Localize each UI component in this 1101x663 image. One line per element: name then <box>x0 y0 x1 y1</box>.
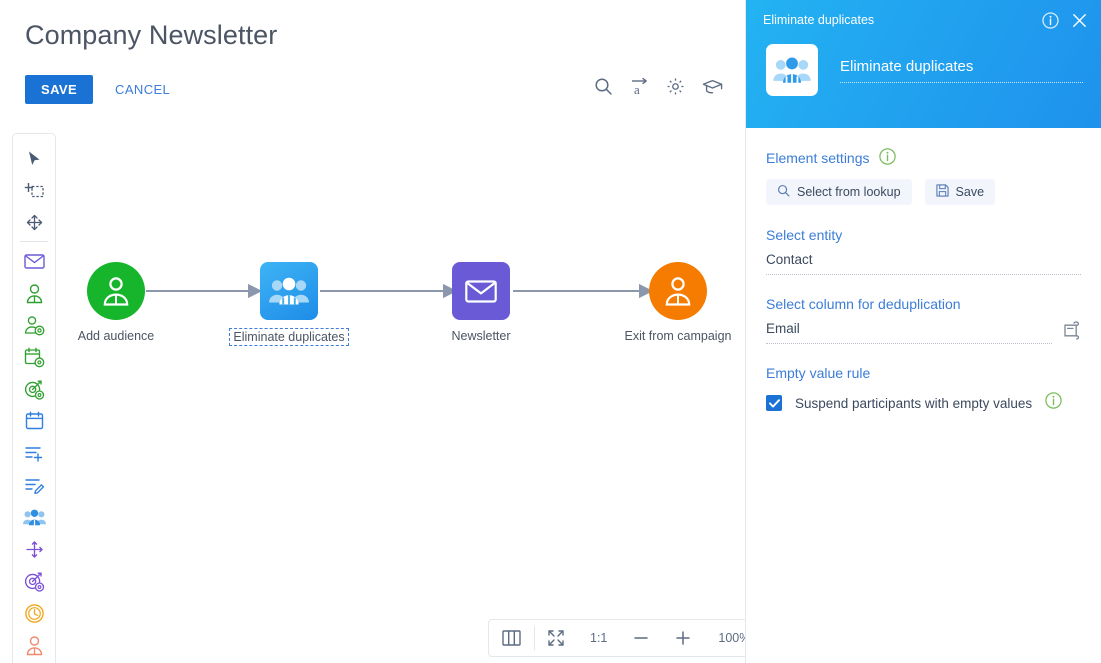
actual-size-button[interactable]: 1:1 <box>577 620 620 656</box>
panel-identity: Eliminate duplicates <box>746 34 1101 96</box>
svg-text:a: a <box>634 82 640 96</box>
zoom-in-button[interactable] <box>662 620 704 656</box>
columns-icon[interactable] <box>489 620 534 656</box>
element-name-field[interactable]: Eliminate duplicates <box>840 58 1083 83</box>
panel-body: Element settings Select from lookup Save… <box>746 128 1101 414</box>
list-edit-icon[interactable] <box>18 469 50 501</box>
panel-header-bar: Eliminate duplicates <box>746 0 1101 34</box>
cancel-button[interactable]: CANCEL <box>115 82 170 97</box>
graduation-cap-icon[interactable] <box>702 77 723 96</box>
info-icon[interactable] <box>1045 392 1062 414</box>
node-label: Add audience <box>77 329 155 343</box>
suspend-participants-checkbox[interactable] <box>766 395 782 411</box>
node-shape[interactable] <box>260 262 318 320</box>
canvas-toolbar: a <box>594 77 723 97</box>
move-icon[interactable] <box>18 206 50 238</box>
eliminate-duplicates-icon[interactable] <box>18 501 50 533</box>
search-icon[interactable] <box>594 77 613 96</box>
select-from-lookup-button[interactable]: Select from lookup <box>766 179 912 205</box>
flow-node-add-audience[interactable]: Add audience <box>56 262 176 345</box>
group-icon <box>269 277 309 305</box>
calendar-icon[interactable] <box>18 405 50 437</box>
target-clock-icon[interactable] <box>18 373 50 405</box>
panel-header-actions <box>1042 11 1087 29</box>
element-name-value[interactable]: Eliminate duplicates <box>840 58 1083 83</box>
envelope-icon <box>465 279 497 303</box>
element-settings-panel: Eliminate duplicates Eliminate duplicate… <box>745 0 1101 663</box>
select-column-row: Email <box>766 321 1081 344</box>
eliminate-duplicates-icon <box>766 44 818 96</box>
page-title: Company Newsletter <box>25 20 278 50</box>
column-picker-icon[interactable] <box>1062 321 1081 344</box>
save-settings-label: Save <box>955 185 985 199</box>
zoom-out-button[interactable] <box>620 620 662 656</box>
exit-person-icon[interactable] <box>18 629 50 661</box>
flow-node-newsletter[interactable]: Newsletter <box>422 262 540 345</box>
fit-screen-icon[interactable] <box>535 620 577 656</box>
node-shape[interactable] <box>452 262 510 320</box>
select-from-lookup-label: Select from lookup <box>797 185 901 199</box>
pointer-icon[interactable] <box>18 142 50 174</box>
info-icon[interactable] <box>1042 11 1059 29</box>
zoom-level-dropdown[interactable]: 100% <box>704 620 745 656</box>
select-entity-input[interactable]: Contact <box>766 252 1081 275</box>
list-add-icon[interactable] <box>18 437 50 469</box>
node-label[interactable]: Eliminate duplicates <box>229 328 349 346</box>
campaign-flow-diagram: Add audience Eliminate duplicates Newsle… <box>0 240 745 360</box>
empty-value-rule-label: Empty value rule <box>766 365 871 381</box>
node-shape[interactable] <box>87 262 145 320</box>
select-column-label: Select column for deduplication <box>766 296 961 312</box>
element-settings-heading: Element settings <box>766 148 1081 168</box>
element-settings-actions: Select from lookup Save <box>766 179 1081 205</box>
save-button[interactable]: SAVE <box>25 75 94 104</box>
select-column-group: Select column for deduplication Email <box>766 296 1081 344</box>
suspend-participants-row: Suspend participants with empty values <box>766 392 1081 414</box>
target-goal-icon[interactable] <box>18 565 50 597</box>
main-canvas-area: Company Newsletter SAVE CANCEL a Add aud… <box>0 0 745 663</box>
person-icon <box>665 277 691 306</box>
flow-node-eliminate-duplicates[interactable]: Eliminate duplicates <box>228 262 350 346</box>
select-entity-row: Contact <box>766 252 1081 275</box>
floppy-disk-icon <box>935 184 949 200</box>
action-bar: SAVE CANCEL <box>25 75 170 104</box>
close-icon[interactable] <box>1072 13 1087 28</box>
person-icon <box>103 277 129 306</box>
empty-value-rule-group: Empty value rule Suspend participants wi… <box>766 365 1081 414</box>
node-label: Newsletter <box>451 329 511 343</box>
save-settings-button[interactable]: Save <box>924 179 996 205</box>
element-tool-rail <box>12 133 56 663</box>
element-settings-label: Element settings <box>766 150 870 166</box>
node-label: Exit from campaign <box>624 329 732 343</box>
search-icon <box>777 184 790 200</box>
panel-header: Eliminate duplicates Eliminate duplicate… <box>746 0 1101 128</box>
panel-title: Eliminate duplicates <box>763 13 875 27</box>
zoom-toolbar: 1:1 100% <box>488 619 745 657</box>
gear-icon[interactable] <box>666 77 685 96</box>
clock-icon[interactable] <box>18 597 50 629</box>
split-flow-icon[interactable] <box>18 533 50 565</box>
select-column-input[interactable]: Email <box>766 321 1052 344</box>
select-entity-label: Select entity <box>766 227 843 243</box>
zoom-level-value: 100% <box>718 631 745 645</box>
add-selection-icon[interactable] <box>18 174 50 206</box>
select-entity-group: Select entity Contact <box>766 227 1081 275</box>
node-shape[interactable] <box>649 262 707 320</box>
text-direction-icon[interactable]: a <box>630 77 649 97</box>
suspend-participants-label: Suspend participants with empty values <box>795 395 1033 411</box>
info-icon[interactable] <box>878 148 896 168</box>
flow-node-exit-from-campaign[interactable]: Exit from campaign <box>618 262 738 345</box>
